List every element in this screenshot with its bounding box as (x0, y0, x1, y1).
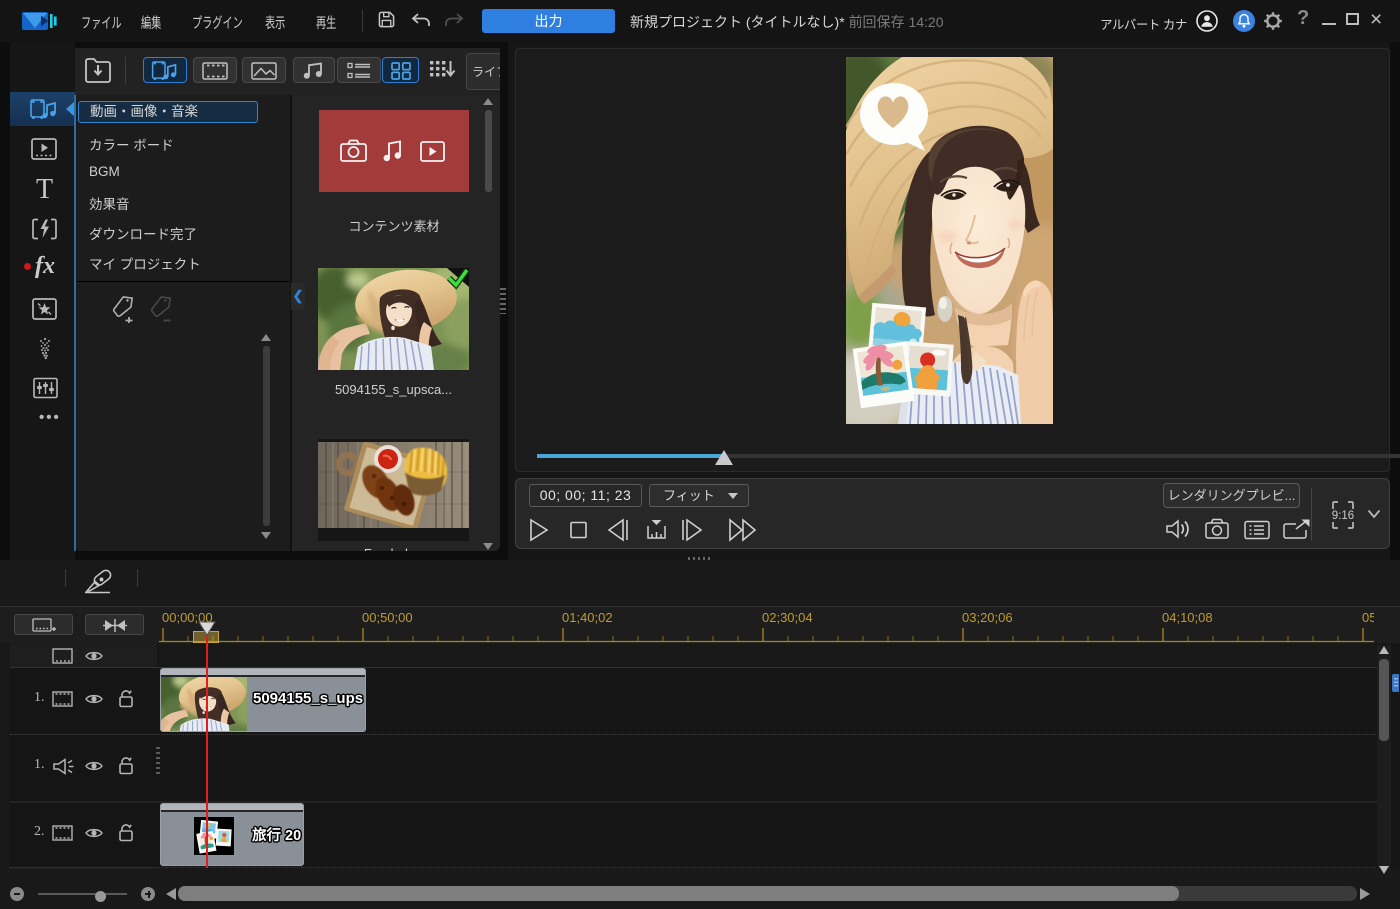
svg-text:02;30;04: 02;30;04 (762, 610, 813, 625)
svg-text:05;00;10: 05;00;10 (1362, 610, 1374, 625)
svg-text:01;40;02: 01;40;02 (562, 610, 613, 625)
svg-text:03;20;06: 03;20;06 (962, 610, 1013, 625)
svg-text:00;50;00: 00;50;00 (362, 610, 413, 625)
svg-text:04;10;08: 04;10;08 (1162, 610, 1213, 625)
